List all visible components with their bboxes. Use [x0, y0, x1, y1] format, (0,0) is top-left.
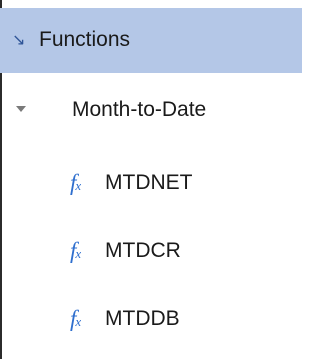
function-tree-panel: ↘ Functions Month-to-Date fx MTDNET fx M…	[0, 0, 302, 359]
tree-node-label: Month-to-Date	[72, 98, 207, 121]
function-icon: fx	[70, 238, 82, 263]
tree-item-mtddb[interactable]: fx MTDDB	[2, 285, 302, 353]
tree-node-label: Functions	[39, 28, 131, 51]
function-icon: fx	[70, 306, 82, 331]
tree-item-label: MTDDB	[105, 307, 180, 330]
tree-item-mtdnet[interactable]: fx MTDNET	[2, 149, 302, 217]
tree-item-label: MTDNET	[105, 171, 193, 194]
collapse-arrow-icon[interactable]: ↘	[12, 29, 32, 51]
tree-node-functions[interactable]: ↘ Functions	[0, 8, 302, 73]
tree-item-mtdcr[interactable]: fx MTDCR	[2, 217, 302, 285]
tree-item-label: MTDCR	[105, 239, 181, 262]
tree-node-month-to-date[interactable]: Month-to-Date	[2, 73, 302, 149]
caret-down-icon[interactable]	[16, 106, 26, 112]
function-icon: fx	[70, 170, 82, 195]
